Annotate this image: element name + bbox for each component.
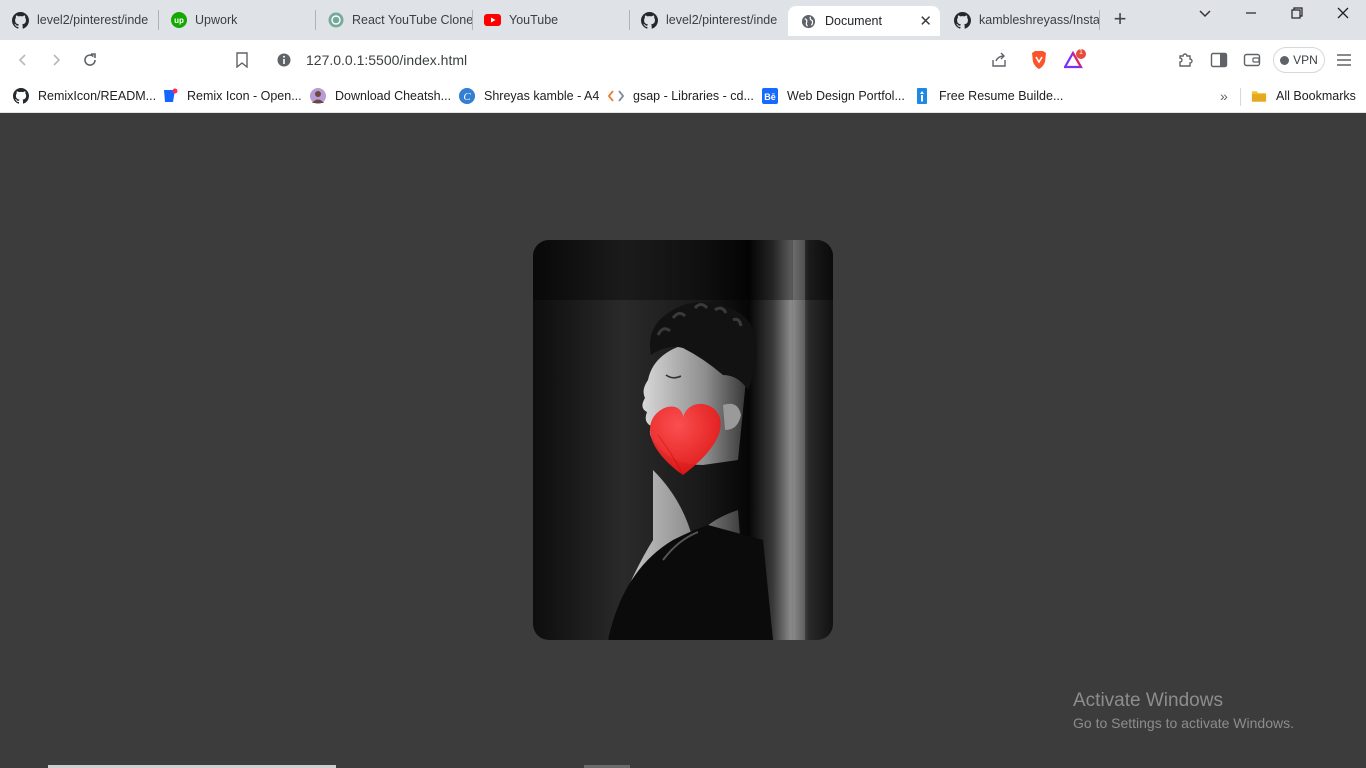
avatar-icon [310,88,326,104]
bookmark-item[interactable]: Bē Web Design Portfol... [762,86,905,106]
resume-icon [914,88,930,104]
tab-github-1[interactable]: level2/pinterest/inde [0,6,158,34]
url-text[interactable]: 127.0.0.1:5500/index.html [306,52,467,68]
bookmark-label: RemixIcon/READM... [38,89,157,103]
forward-arrow-icon[interactable] [46,50,66,70]
browser-toolbar: 127.0.0.1:5500/index.html 1 VPN [0,40,1366,80]
tab-react-youtube-clone[interactable]: React YouTube Clone [315,6,472,34]
share-icon[interactable] [990,52,1008,73]
bookmark-icon[interactable] [232,50,252,70]
address-bar[interactable]: 127.0.0.1:5500/index.html 1 [266,45,1094,75]
watermark-title: Activate Windows [1073,690,1223,711]
restore-button[interactable] [1283,5,1311,25]
bookmark-item[interactable]: gsap - Libraries - cd... [608,86,754,106]
tab-title: level2/pinterest/inde [37,13,149,27]
sidebar-icon[interactable] [1209,50,1229,70]
brave-rewards-icon[interactable]: 1 [1063,49,1086,76]
notification-count: 1 [1079,49,1083,56]
github-icon [12,11,29,29]
tab-upwork[interactable]: up Upwork [158,6,315,34]
vpn-status-icon [1280,55,1290,65]
github-icon [13,88,29,104]
reload-icon[interactable] [80,50,100,70]
behance-icon: Bē [762,88,778,104]
tab-github-2[interactable]: level2/pinterest/inde [629,6,786,34]
bookmark-label: gsap - Libraries - cd... [633,89,754,103]
wallet-icon[interactable] [1242,50,1262,70]
minimize-button[interactable] [1237,5,1265,25]
svg-text:C: C [463,91,471,103]
portrait-image[interactable] [533,240,833,640]
svg-text:Bē: Bē [764,92,776,102]
windows-activation-watermark: Activate Windows Go to Settings to activ… [1073,690,1294,731]
folder-icon [1251,88,1267,104]
all-bookmarks-folder[interactable]: All Bookmarks [1251,86,1356,106]
tab-title: level2/pinterest/inde [666,13,778,27]
menu-hamburger-icon[interactable] [1334,50,1354,70]
vpn-button[interactable]: VPN [1273,47,1325,73]
globe-icon [800,13,817,30]
extensions-puzzle-icon[interactable] [1176,50,1196,70]
svg-text:up: up [174,16,184,25]
chatgpt-icon [327,12,344,29]
bookmark-label: Download Cheatsh... [335,89,452,103]
bookmark-item[interactable]: C Shreyas kamble - A4 [459,86,599,106]
bookmarks-bar: RemixIcon/READM... Remix Icon - Open... … [0,80,1366,113]
back-arrow-icon[interactable] [13,50,33,70]
brave-shields-icon[interactable] [1030,50,1048,75]
more-bookmarks-chevron-icon[interactable]: » [1220,86,1228,106]
bookmark-item[interactable]: Download Cheatsh... [310,86,451,106]
site-info-icon[interactable] [276,52,292,73]
remix-icon [162,88,178,104]
github-icon [641,11,658,29]
portrait-photo-illustration [533,240,833,640]
bookmark-label: Remix Icon - Open... [187,89,302,103]
youtube-icon [484,12,501,29]
tab-youtube[interactable]: YouTube [472,6,629,34]
upwork-icon: up [170,12,187,29]
tab-document[interactable]: Document ✕ [788,6,940,36]
tab-github-3[interactable]: kambleshreyass/Insta [942,6,1099,34]
close-window-button[interactable] [1329,5,1357,25]
tab-title: Upwork [195,13,238,27]
bookmark-item[interactable]: Remix Icon - Open... [162,86,302,106]
bookmark-label: Shreyas kamble - A4 [484,89,600,103]
watermark-subtitle: Go to Settings to activate Windows. [1073,715,1294,731]
canva-icon: C [459,88,475,104]
tab-strip: level2/pinterest/inde up Upwork React Yo… [0,0,1366,40]
bookmark-item[interactable]: Free Resume Builde... [914,86,1063,106]
tab-title: YouTube [509,13,559,27]
vpn-label: VPN [1293,53,1318,67]
tab-title: React YouTube Clone [352,13,472,27]
bookmark-item[interactable]: RemixIcon/READM... [13,86,156,106]
new-tab-button[interactable]: + [1108,7,1132,31]
code-icon [608,88,624,104]
tab-title: kambleshreyass/Insta [979,13,1099,27]
bookmark-label: Free Resume Builde... [939,89,1064,103]
github-icon [954,11,971,29]
bookmark-label: Web Design Portfol... [787,89,905,103]
close-tab-icon[interactable]: ✕ [919,12,932,30]
tab-search-chevron-icon[interactable] [1191,5,1219,25]
all-bookmarks-label: All Bookmarks [1276,89,1356,103]
